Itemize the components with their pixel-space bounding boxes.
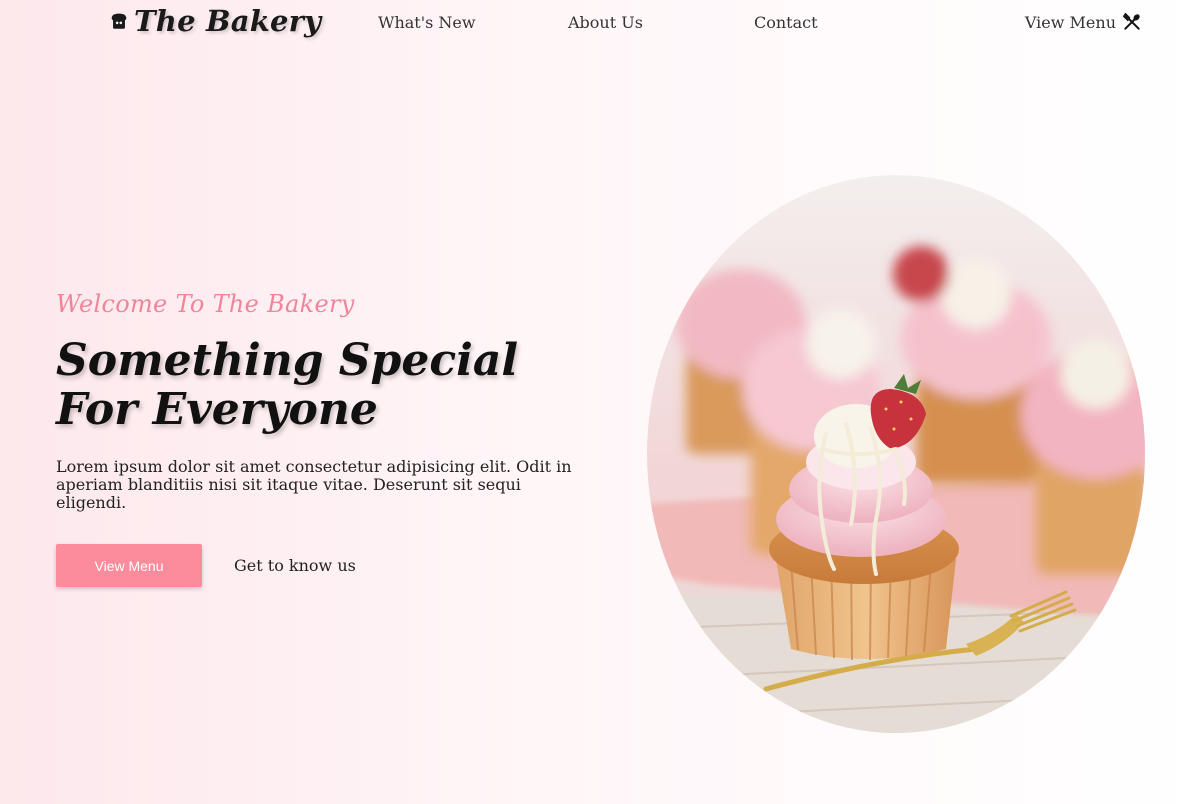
nav-view-menu-label: View Menu: [1024, 12, 1116, 32]
view-menu-button[interactable]: View Menu: [56, 544, 202, 587]
nav-link-whats-new[interactable]: What's New: [378, 13, 476, 32]
nav-link-about-us[interactable]: About Us: [568, 13, 643, 32]
hero-welcome-text: Welcome To The Bakery: [56, 290, 355, 318]
nav-view-menu[interactable]: View Menu: [1025, 12, 1142, 32]
hero-actions: View Menu Get to know us: [56, 544, 616, 587]
logo[interactable]: The Bakery: [108, 4, 321, 38]
logo-text: The Bakery: [134, 4, 322, 38]
bread-icon: [111, 13, 127, 29]
hero-cupcake-image: [646, 174, 1146, 734]
hero-headline: Something Special For Everyone: [56, 335, 519, 435]
get-to-know-us-link[interactable]: Get to know us: [234, 556, 356, 575]
hero-section: Welcome To The Bakery Something Special …: [56, 290, 616, 587]
nav-link-contact[interactable]: Contact: [754, 13, 818, 32]
top-nav: The Bakery What's New About Us Contact V…: [0, 0, 1200, 48]
utensils-icon: [1122, 12, 1140, 30]
cupcake-photo: [647, 175, 1145, 733]
hero-description: Lorem ipsum dolor sit amet consectetur a…: [56, 457, 572, 512]
